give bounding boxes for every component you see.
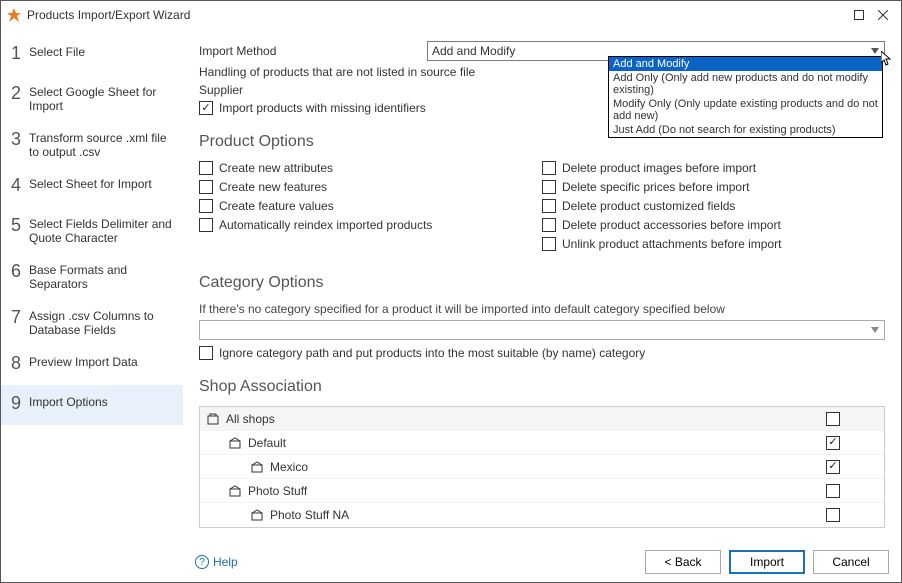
shop-photo-stuff-checkbox[interactable] [826,484,840,498]
step-1[interactable]: 1Select File [1,35,183,75]
dropdown-option-add-modify[interactable]: Add and Modify [609,57,882,71]
category-options-title: Category Options [199,274,885,292]
dropdown-option-just-add[interactable]: Just Add (Do not search for existing pro… [609,123,882,137]
dropdown-option-add-only[interactable]: Add Only (Only add new products and do n… [609,71,882,97]
window-title: Products Import/Export Wizard [27,8,190,22]
step-9[interactable]: 9Import Options [1,385,183,425]
create-feature-values-checkbox[interactable] [199,199,213,213]
chevron-down-icon [868,323,882,337]
shop-icon [228,436,242,450]
shop-mexico-checkbox[interactable] [826,460,840,474]
help-icon: ? [195,555,209,569]
step-3[interactable]: 3Transform source .xml file to output .c… [1,121,183,167]
unlink-attachments-checkbox[interactable] [542,237,556,251]
shop-default[interactable]: Default [248,436,788,450]
step-4[interactable]: 4Select Sheet for Import [1,167,183,207]
shop-default-checkbox[interactable] [826,436,840,450]
delete-prices-checkbox[interactable] [542,180,556,194]
back-button[interactable]: < Back [645,550,721,574]
window: Products Import/Export Wizard 1Select Fi… [0,0,902,583]
shop-icon [250,508,264,522]
content: Import Method Add and Modify Handling of… [183,29,901,582]
shop-group-icon [206,412,220,426]
ignore-category-checkbox[interactable] [199,346,213,360]
step-6[interactable]: 6Base Formats and Separators [1,253,183,299]
delete-accessories-checkbox[interactable] [542,218,556,232]
handling-label: Handling of products that are not listed… [199,65,475,79]
shop-association-title: Shop Association [199,378,885,396]
import-missing-label: Import products with missing identifiers [219,101,426,115]
ignore-category-label: Ignore category path and put products in… [219,346,645,360]
main: 1Select File 2Select Google Sheet for Im… [1,29,901,582]
step-7[interactable]: 7Assign .csv Columns to Database Fields [1,299,183,345]
step-5[interactable]: 5Select Fields Delimiter and Quote Chara… [1,207,183,253]
default-category-combo[interactable] [199,320,885,340]
delete-custom-fields-checkbox[interactable] [542,199,556,213]
shop-all-checkbox[interactable] [826,412,840,426]
import-missing-checkbox[interactable] [199,101,213,115]
close-button[interactable] [871,3,895,27]
import-method-dropdown-list[interactable]: Add and Modify Add Only (Only add new pr… [608,56,883,138]
reindex-checkbox[interactable] [199,218,213,232]
shop-icon [250,460,264,474]
shop-photo-stuff[interactable]: Photo Stuff [248,484,788,498]
category-hint: If there's no category specified for a p… [199,302,885,316]
import-method-label: Import Method [199,44,427,58]
dropdown-option-modify-only[interactable]: Modify Only (Only update existing produc… [609,97,882,123]
footer: ? Help < Back Import Cancel [195,550,889,574]
delete-images-checkbox[interactable] [542,161,556,175]
cancel-button[interactable]: Cancel [813,550,889,574]
titlebar: Products Import/Export Wizard [1,1,901,29]
step-2[interactable]: 2Select Google Sheet for Import [1,75,183,121]
create-attributes-checkbox[interactable] [199,161,213,175]
maximize-button[interactable] [847,3,871,27]
shop-table: All shops Default Mexico [199,406,885,528]
supplier-label: Supplier [199,83,427,97]
help-link[interactable]: ? Help [195,555,238,569]
sidebar: 1Select File 2Select Google Sheet for Im… [1,29,183,582]
shop-photo-stuff-na[interactable]: Photo Stuff NA [270,508,788,522]
shop-photo-stuff-na-checkbox[interactable] [826,508,840,522]
shop-mexico[interactable]: Mexico [270,460,788,474]
shop-all[interactable]: All shops [226,412,788,426]
import-button[interactable]: Import [729,550,805,574]
step-8[interactable]: 8Preview Import Data [1,345,183,385]
shop-icon [228,484,242,498]
app-icon [7,8,21,22]
create-features-checkbox[interactable] [199,180,213,194]
